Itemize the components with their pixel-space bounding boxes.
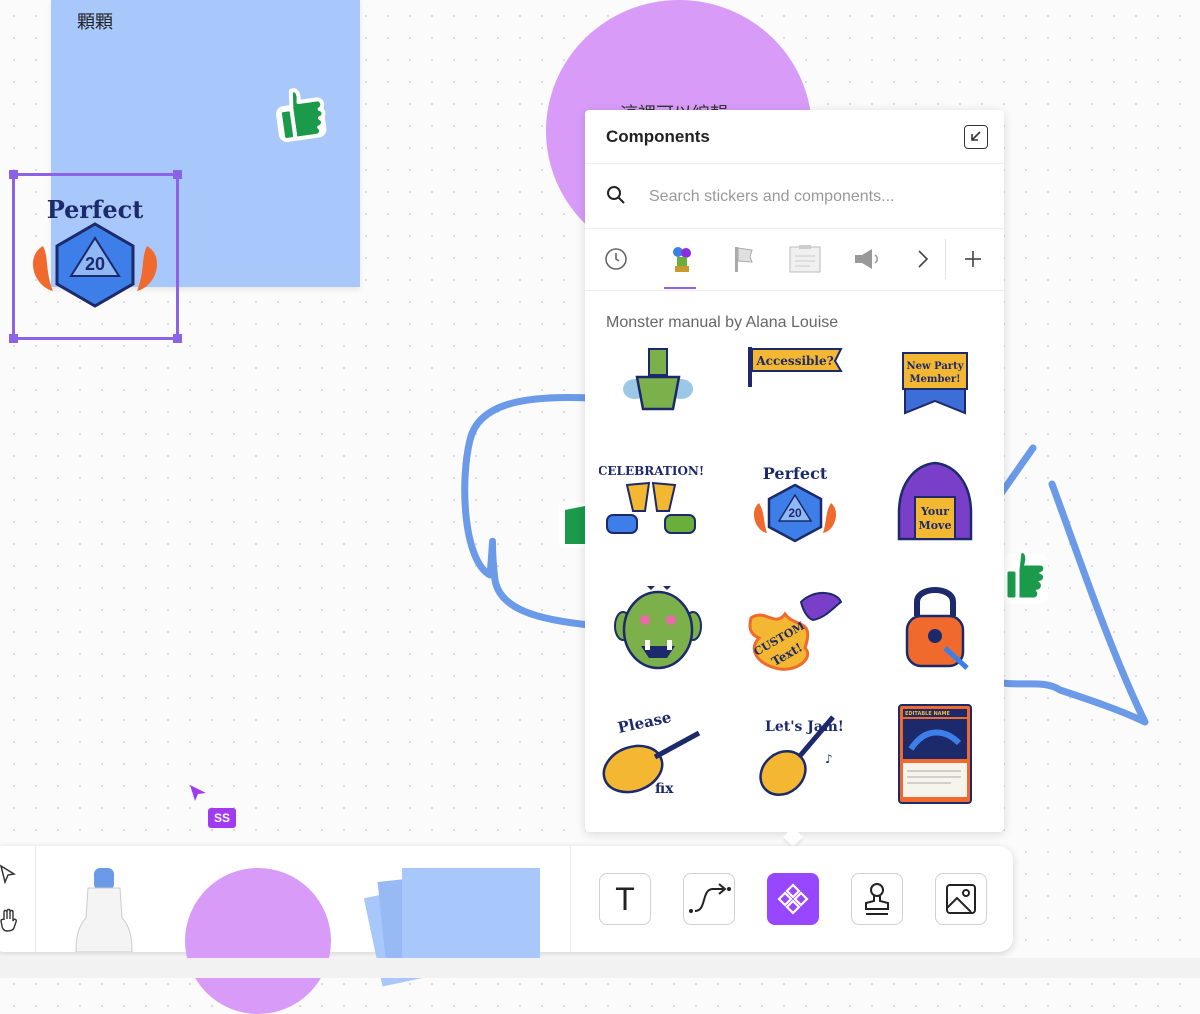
- selected-perfect-sticker[interactable]: 20 Perfect: [9, 170, 182, 343]
- trading-card-icon: EDITABLE NAME: [898, 704, 972, 804]
- hand-tool-icon[interactable]: [0, 908, 20, 932]
- components-panel: Components Search stickers and component…: [585, 110, 1004, 832]
- sticker-accessible-banner[interactable]: Accessible?: [745, 333, 845, 433]
- thumbs-up-sticker[interactable]: [270, 82, 328, 144]
- goblets-icon: CELEBRATION!: [598, 464, 704, 534]
- banner-icon: Accessible?: [748, 347, 843, 387]
- sticky-note-tool[interactable]: [402, 868, 540, 968]
- resize-handle[interactable]: [173, 170, 182, 179]
- bottom-strip: [0, 958, 1200, 978]
- image-icon: [946, 884, 976, 914]
- components-tool-button[interactable]: [767, 873, 819, 925]
- search-icon: [607, 186, 625, 204]
- sticker-orc-face[interactable]: [607, 578, 707, 678]
- panel-header: Components: [585, 110, 1004, 164]
- connector-tool-button[interactable]: [683, 873, 735, 925]
- svg-text:fix: fix: [655, 781, 674, 797]
- svg-text:Move: Move: [919, 519, 952, 532]
- sticker-editable-card[interactable]: EDITABLE NAME: [885, 703, 985, 804]
- collaborator-cursor-label: SS: [208, 808, 237, 828]
- components-icon: [777, 883, 809, 915]
- marker-tool[interactable]: [72, 868, 136, 952]
- sticker-pack-name: Monster manual by Alana Louise: [606, 314, 839, 331]
- dragon-fire-icon: CUSTOM Text!: [748, 592, 843, 671]
- bottom-toolbar: T: [0, 846, 1013, 1014]
- resize-handle[interactable]: [9, 170, 18, 179]
- sticker-please-fix[interactable]: Please fix: [599, 703, 701, 803]
- connector-icon: [689, 883, 731, 913]
- clock-icon: [605, 248, 627, 270]
- pointer-tool-icon[interactable]: [0, 864, 18, 884]
- svg-text:♪: ♪: [825, 752, 833, 766]
- toolbar-separator: [570, 846, 571, 952]
- stamp-tool-button[interactable]: [851, 873, 903, 925]
- lute-icon: Please fix: [602, 708, 701, 797]
- svg-text:New Party: New Party: [906, 361, 964, 372]
- d20-dice-icon: 20 Perfect: [753, 464, 837, 543]
- svg-text:Please: Please: [616, 708, 673, 737]
- orc-face-icon: [614, 586, 702, 670]
- sticker-text: Accessible?: [755, 354, 833, 368]
- sticker-text: CELEBRATION!: [599, 464, 703, 478]
- potion-icon: [623, 348, 693, 411]
- panel-title: Components: [606, 127, 710, 146]
- padlock-icon: [905, 587, 969, 670]
- text-tool-button[interactable]: T: [599, 873, 651, 925]
- d20-value: 20: [85, 254, 105, 274]
- sticker-text: Perfect: [763, 464, 828, 483]
- plus-icon: [965, 251, 981, 267]
- tab-monster-manual[interactable]: [662, 229, 702, 289]
- lute-icon: Let's Jam! ♪: [759, 715, 844, 796]
- sticker-dragon-custom-text[interactable]: CUSTOM Text!: [745, 578, 845, 678]
- flag-icon: [735, 247, 753, 272]
- sticker-perfect-d20[interactable]: 20 Perfect: [745, 453, 845, 553]
- search-bar: [585, 164, 1004, 229]
- hooded-figure-icon: Your Move: [897, 461, 973, 541]
- tab-recent[interactable]: [596, 229, 636, 289]
- tab-flag-pack[interactable]: [723, 229, 763, 289]
- d20-value: 20: [788, 506, 802, 520]
- sticker-potion[interactable]: [607, 333, 707, 433]
- thumbs-up-sticker-partial[interactable]: [557, 492, 587, 550]
- search-input[interactable]: [647, 184, 971, 210]
- sticker-text: EDITABLE NAME: [905, 711, 951, 717]
- clipboard-icon: [789, 245, 821, 273]
- tab-clipboard-pack[interactable]: [785, 229, 825, 289]
- tab-divider: [945, 239, 946, 279]
- sticker-padlock[interactable]: [885, 578, 985, 678]
- sticker-lets-jam[interactable]: Let's Jam! ♪: [745, 703, 845, 803]
- add-pack-button[interactable]: [953, 229, 993, 289]
- monster-manual-pack-icon: [673, 247, 691, 272]
- sticker-new-party-member[interactable]: New Party Member!: [885, 333, 985, 433]
- megaphone-icon: [855, 249, 878, 269]
- resize-handle[interactable]: [173, 334, 182, 343]
- collapse-panel-button[interactable]: [964, 125, 988, 149]
- svg-text:Member!: Member!: [909, 374, 960, 385]
- resize-handle[interactable]: [9, 334, 18, 343]
- sticker-pack-tabs: [585, 229, 1004, 291]
- stamp-icon: [865, 883, 889, 915]
- sticker-grid: Accessible? New Party Member! CELEBRATIO…: [585, 347, 1004, 832]
- sticker-your-move[interactable]: Your Move: [885, 453, 985, 553]
- image-tool-button[interactable]: [935, 873, 987, 925]
- arrow-collapse-icon: [971, 131, 981, 141]
- tab-megaphone-pack[interactable]: [847, 229, 887, 289]
- thumbs-up-sticker-right[interactable]: [1002, 544, 1050, 606]
- collaborator-cursor-icon: [190, 785, 206, 801]
- svg-text:Your: Your: [920, 505, 949, 518]
- d20-dice-icon: 20 Perfect: [32, 195, 158, 308]
- toolbar-mode-switch: [0, 846, 36, 952]
- sticker-caption: Perfect: [47, 195, 144, 224]
- tab-next-button[interactable]: [903, 229, 943, 289]
- chevron-right-icon: [918, 250, 929, 268]
- scroll-banner-icon: New Party Member!: [902, 352, 968, 415]
- text-tool-icon: T: [615, 880, 635, 917]
- sticker-celebration[interactable]: CELEBRATION!: [598, 453, 704, 553]
- shape-tool[interactable]: [185, 868, 331, 1014]
